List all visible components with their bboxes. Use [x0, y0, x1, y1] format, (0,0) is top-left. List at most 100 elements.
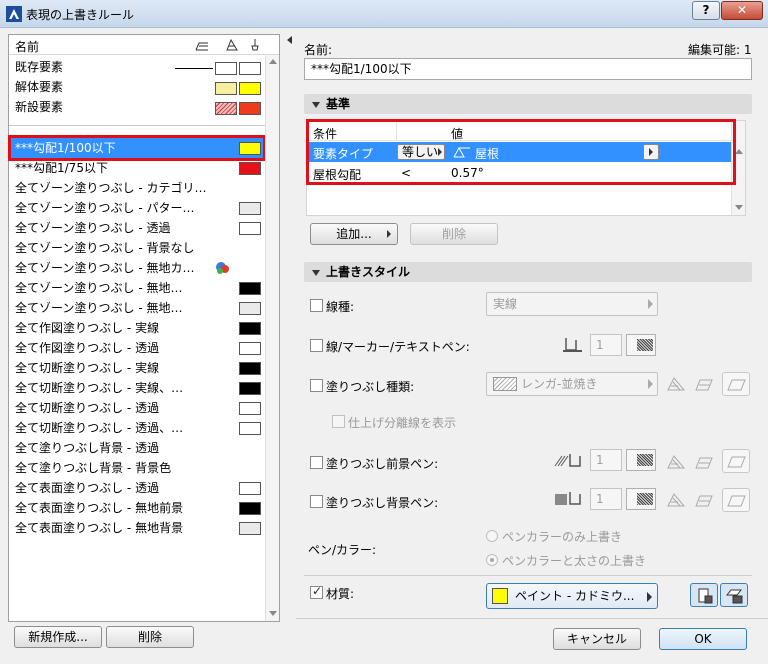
surface-fill-button[interactable] [722, 488, 750, 512]
line-type-checkbox[interactable] [310, 299, 323, 312]
material-swatch [492, 588, 508, 604]
cancel-button[interactable]: キャンセル [553, 628, 641, 650]
rule-list-item[interactable]: 全て塗りつぶし背景 - 背景色 [9, 458, 265, 478]
rules-list-panel: 名前 既存要素 解体要素 新設要素 ***勾配1/100以下 ***勾配1/75以… [8, 34, 280, 622]
rule-list-item[interactable]: 全てゾーン塗りつぶし - 背景なし [9, 238, 265, 258]
rule-label: 全て表面塗りつぶし - 無地背景 [15, 521, 184, 535]
line-type-label: 線種: [326, 300, 355, 314]
override-style-section-header[interactable]: 上書きスタイル [304, 262, 752, 282]
separator [9, 125, 265, 126]
rule-list-item[interactable]: ***勾配1/75以下 [9, 158, 265, 178]
arrow-right-icon [647, 592, 652, 602]
material-mode-1-button[interactable] [690, 583, 718, 607]
add-criterion-button[interactable]: 追加... [310, 223, 398, 245]
color-swatch [239, 82, 261, 95]
fill-background-pen-icon [555, 492, 581, 505]
rule-list-item[interactable]: 全てゾーン塗りつぶし - カテゴリ… [9, 178, 265, 198]
pen-color-picker[interactable] [626, 334, 656, 356]
pen-color-weight-radio[interactable] [486, 554, 498, 566]
scroll-up-icon[interactable] [735, 149, 743, 154]
surface-fill-icon [727, 456, 746, 468]
cover-fill-icon[interactable] [694, 492, 714, 508]
pen-color-only-label: ペンカラーのみ上書き [502, 530, 623, 544]
fill-column-icon [226, 38, 238, 51]
delete-criterion-button[interactable]: 削除 [410, 223, 498, 245]
fill-type-checkbox[interactable] [310, 379, 323, 392]
pen-checkbox[interactable] [310, 339, 323, 352]
title-bar: 表現の上書きルール ? ✕ [0, 0, 768, 28]
fill-background-checkbox[interactable] [310, 495, 323, 508]
fill-foreground-pen-icon [554, 454, 581, 467]
pen-pattern-icon [637, 339, 653, 351]
fill-background-color[interactable] [626, 488, 656, 510]
color-swatch [239, 422, 261, 435]
surface-fill-button[interactable] [722, 449, 750, 473]
color-swatch [239, 62, 261, 75]
rule-list-item[interactable]: 全て塗りつぶし背景 - 透過 [9, 438, 265, 458]
rule-list-item[interactable]: 全て表面塗りつぶし - 無地前景 [9, 498, 265, 518]
rule-label: 全てゾーン塗りつぶし - パター… [15, 201, 195, 215]
material-checkbox[interactable] [310, 584, 323, 599]
material-label: 材質: [326, 587, 355, 601]
name-column-header: 名前 [15, 40, 40, 54]
cover-fill-icon[interactable] [694, 376, 714, 392]
rule-list-item[interactable]: 全て作図塗りつぶし - 実線 [9, 318, 265, 338]
scroll-down-icon[interactable] [269, 611, 277, 616]
rule-list-item[interactable]: 全て切断塗りつぶし - 実線、… [9, 378, 265, 398]
line-type-dropdown[interactable]: 実線 [486, 292, 658, 316]
ok-button[interactable]: OK [659, 628, 747, 650]
scroll-up-icon[interactable] [269, 59, 277, 64]
rule-label: 全てゾーン塗りつぶし - 背景なし [15, 241, 195, 255]
color-swatch [239, 222, 261, 235]
rule-label: 全て表面塗りつぶし - 透過 [15, 481, 160, 495]
highlight-box [306, 119, 736, 185]
rule-label: 全てゾーン塗りつぶし - 透過 [15, 221, 171, 235]
criteria-section-header[interactable]: 基準 [304, 94, 752, 114]
color-swatch [239, 282, 261, 295]
rule-label: 全て切断塗りつぶし - 透過、… [15, 421, 184, 435]
delete-rule-button[interactable]: 削除 [106, 626, 194, 648]
pen-weight-icon [563, 338, 582, 352]
fill-foreground-checkbox[interactable] [310, 456, 323, 469]
rule-list-item[interactable]: 全て切断塗りつぶし - 透過、… [9, 418, 265, 438]
surface-column-icon [195, 42, 208, 51]
rule-list-item[interactable]: 全て表面塗りつぶし - 透過 [9, 478, 265, 498]
rule-list-item[interactable]: 全て表面塗りつぶし - 無地背景 [9, 518, 265, 538]
rule-list-item[interactable]: 全て切断塗りつぶし - 透過 [9, 398, 265, 418]
close-window-button[interactable]: ✕ [721, 1, 763, 20]
color-swatch [215, 82, 237, 95]
pen-number-field[interactable]: 1 [590, 334, 622, 356]
scroll-down-icon[interactable] [735, 205, 743, 210]
rule-list-item[interactable]: 全てゾーン塗りつぶし - パター… [9, 198, 265, 218]
rule-list-item[interactable]: 全て切断塗りつぶし - 実線 [9, 358, 265, 378]
cut-fill-icon[interactable] [666, 376, 686, 392]
fill-foreground-color[interactable] [626, 449, 656, 471]
cover-fill-icon[interactable] [694, 454, 714, 470]
fill-background-number[interactable]: 1 [590, 488, 622, 510]
list-header: 名前 [9, 35, 279, 55]
rule-list-item[interactable]: 全てゾーン塗りつぶし - 無地… [9, 298, 265, 318]
rule-list-item[interactable]: 全てゾーン塗りつぶし - 透過 [9, 218, 265, 238]
pen-pattern-icon [637, 454, 653, 466]
fill-type-dropdown[interactable]: レンガ-並焼き [486, 372, 658, 396]
new-rule-button[interactable]: 新規作成... [14, 626, 102, 648]
surface-fill-button[interactable] [722, 372, 750, 396]
fill-foreground-number[interactable]: 1 [590, 449, 622, 471]
help-button[interactable]: ? [692, 1, 720, 20]
color-swatch [215, 62, 237, 75]
cut-fill-icon[interactable] [666, 454, 686, 470]
show-separator-checkbox[interactable] [332, 415, 345, 428]
pen-color-only-radio[interactable] [486, 530, 498, 542]
separator [304, 575, 752, 576]
arrow-right-icon [387, 230, 391, 238]
rule-list-item[interactable]: 全てゾーン塗りつぶし - 無地… [9, 278, 265, 298]
collapse-panel-icon[interactable] [287, 36, 292, 44]
separator [296, 618, 768, 619]
list-scrollbar[interactable] [265, 55, 279, 621]
cut-fill-icon[interactable] [666, 492, 686, 508]
rule-name-input[interactable]: ***勾配1/100以下 [304, 58, 752, 80]
material-mode-2-button[interactable] [720, 583, 748, 607]
rule-list-item[interactable]: 全て作図塗りつぶし - 透過 [9, 338, 265, 358]
material-dropdown[interactable]: ペイント - カドミウ... [486, 583, 658, 609]
hatch-swatch [215, 102, 237, 115]
